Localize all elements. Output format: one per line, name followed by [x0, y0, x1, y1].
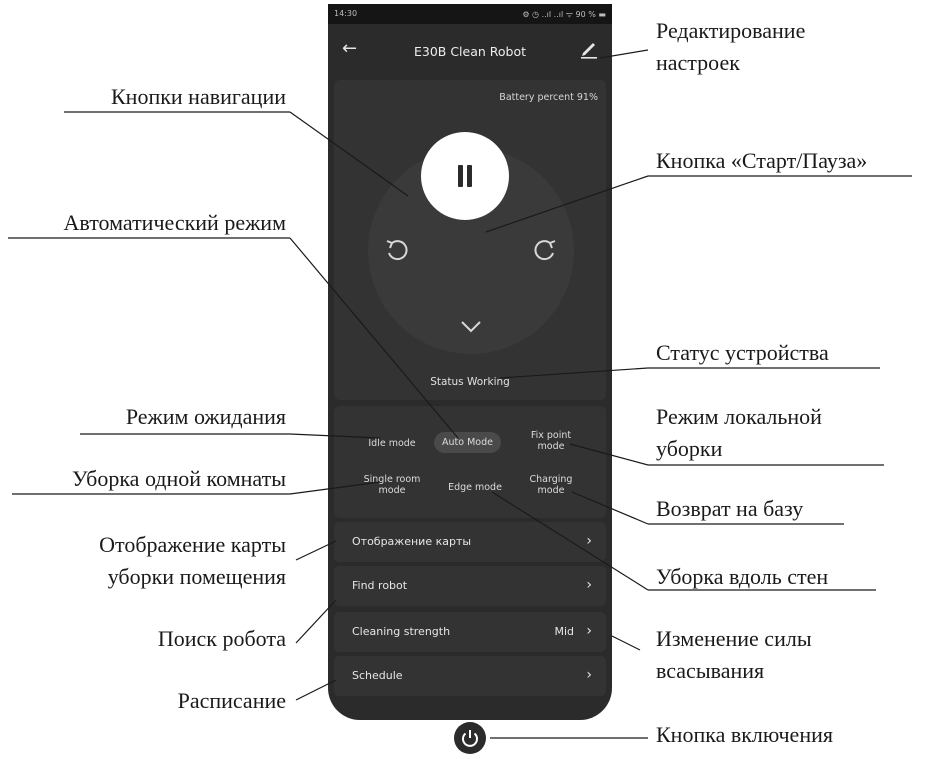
- label-single-room: Уборка одной комнаты: [71, 466, 286, 491]
- cleaning-strength-value: Mid: [554, 625, 574, 638]
- label-local-cleaning-1: Режим локальной: [656, 404, 822, 429]
- app-title: E30B Clean Robot: [413, 44, 527, 59]
- app-bar: ← E30B Clean Robot: [328, 24, 612, 80]
- chevron-right-icon: ›: [586, 577, 592, 593]
- idle-mode-button[interactable]: Idle mode: [362, 438, 422, 449]
- label-auto-mode: Автоматический режим: [63, 210, 286, 235]
- label-edit-settings-2: настроек: [656, 50, 740, 75]
- power-icon: [462, 730, 478, 747]
- play-pause-button[interactable]: [421, 132, 509, 220]
- label-map-display-1: Отображение карты: [99, 532, 286, 557]
- label-start-pause: Кнопка «Старт/Пауза»: [656, 148, 868, 173]
- status-bar: 14:30 ⚙ ◷ ..ıl ..ıl ᯤ 90 % ▬: [328, 4, 612, 24]
- status-time: 14:30: [334, 9, 358, 18]
- charging-mode-button[interactable]: Charging mode: [526, 474, 576, 496]
- label-edit-settings-1: Редактирование: [656, 18, 806, 43]
- modes-panel: Idle mode Auto Mode Fix point mode Singl…: [334, 406, 606, 518]
- battery-percent: Battery percent 91%: [499, 92, 598, 103]
- chevron-right-icon: ›: [586, 533, 592, 549]
- auto-mode-button[interactable]: Auto Mode: [434, 432, 501, 453]
- label-return-to-base: Возврат на базу: [656, 496, 804, 521]
- map-display-row[interactable]: Отображение карты ›: [334, 522, 606, 562]
- backward-arrow-icon[interactable]: [457, 312, 485, 340]
- label-wall-cleaning: Уборка вдоль стен: [656, 564, 829, 589]
- chevron-right-icon: ›: [586, 667, 592, 683]
- label-schedule: Расписание: [177, 688, 286, 713]
- rotate-right-icon[interactable]: [532, 236, 560, 264]
- device-status: Status Working: [430, 376, 510, 388]
- label-find-robot: Поиск робота: [157, 626, 286, 651]
- control-panel: Battery percent 91%: [334, 80, 606, 400]
- power-button[interactable]: [454, 722, 486, 754]
- schedule-label: Schedule: [352, 669, 403, 682]
- single-room-mode-button[interactable]: Single room mode: [362, 474, 422, 496]
- schedule-row[interactable]: Schedule ›: [334, 656, 606, 696]
- find-robot-label: Find robot: [352, 579, 408, 592]
- chevron-right-icon: ›: [586, 623, 592, 639]
- rotate-left-icon[interactable]: [382, 236, 410, 264]
- fix-point-mode-button[interactable]: Fix point mode: [526, 430, 576, 452]
- label-suction-change-1: Изменение силы: [656, 626, 812, 651]
- label-power-button: Кнопка включения: [656, 722, 833, 747]
- find-robot-row[interactable]: Find robot ›: [334, 566, 606, 606]
- pause-icon-bar-right: [467, 165, 472, 187]
- label-suction-change-2: всасывания: [656, 658, 765, 683]
- map-display-label: Отображение карты: [352, 535, 472, 548]
- status-indicators: ⚙ ◷ ..ıl ..ıl ᯤ 90 % ▬: [522, 10, 606, 19]
- label-map-display-2: уборки помещения: [107, 564, 286, 589]
- cleaning-strength-row[interactable]: Cleaning strength Mid ›: [334, 612, 606, 652]
- label-device-status: Статус устройства: [656, 340, 829, 365]
- label-local-cleaning-2: уборки: [656, 436, 723, 461]
- edge-mode-button[interactable]: Edge mode: [438, 482, 512, 493]
- label-navigation-buttons: Кнопки навигации: [111, 84, 286, 109]
- cleaning-strength-label: Cleaning strength: [352, 625, 451, 638]
- edit-pencil-icon[interactable]: [578, 38, 600, 60]
- pause-icon-bar-left: [458, 165, 463, 187]
- phone-screen: 14:30 ⚙ ◷ ..ıl ..ıl ᯤ 90 % ▬ ← E30B Clea…: [328, 4, 612, 720]
- label-idle-mode: Режим ожидания: [125, 404, 286, 429]
